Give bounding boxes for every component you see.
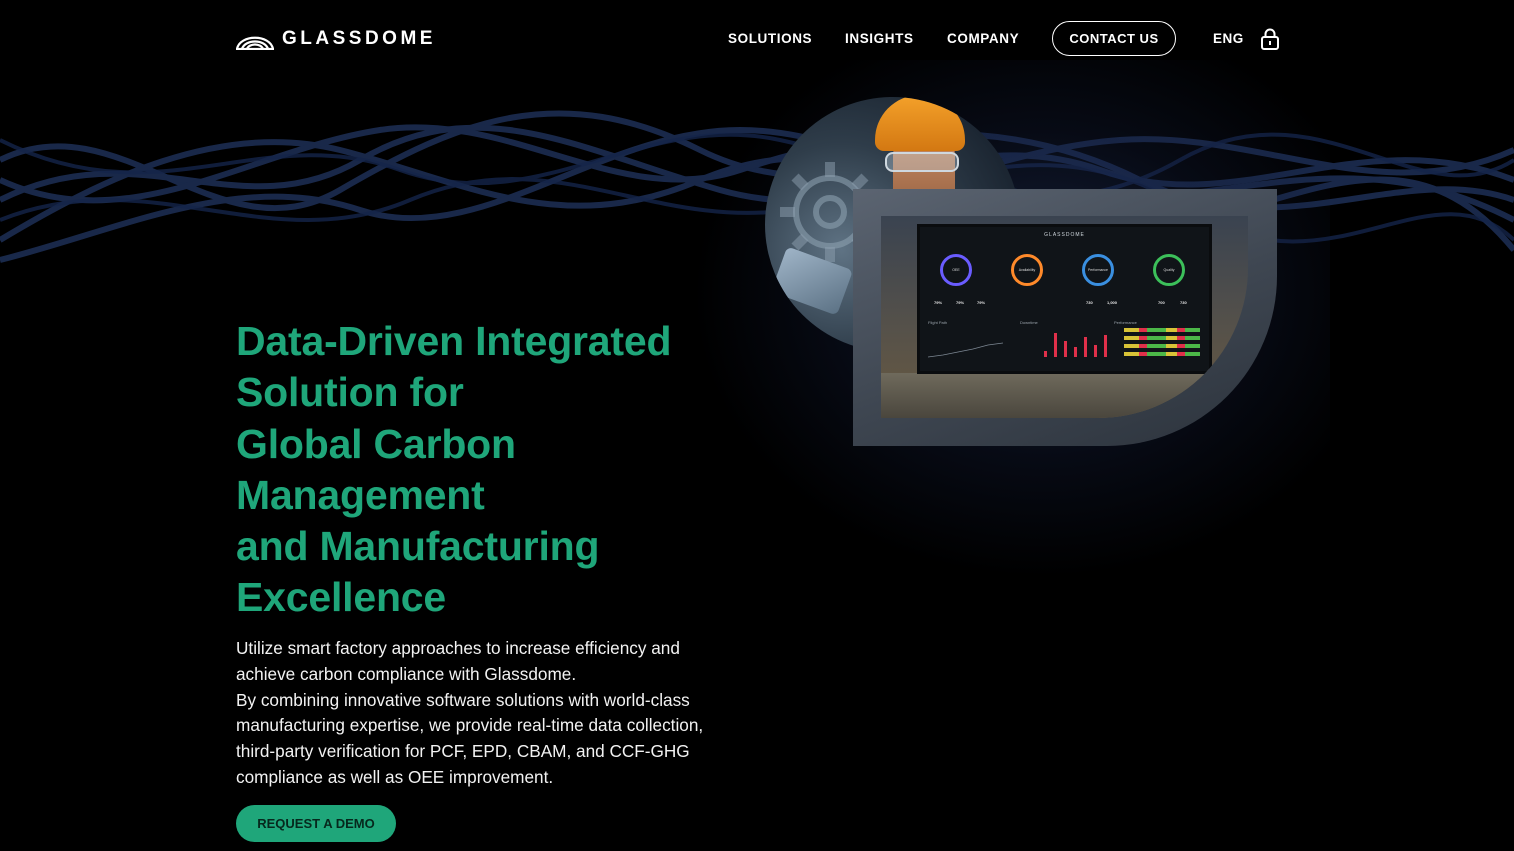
- nav-solutions[interactable]: SOLUTIONS: [728, 31, 812, 46]
- downtime-bar: [1104, 335, 1107, 357]
- lock-icon[interactable]: [1260, 28, 1280, 50]
- performance-heatmap-row: [1124, 352, 1200, 356]
- gauge-performance: Performance: [1082, 254, 1114, 286]
- gauge-availability: Availability: [1011, 254, 1043, 286]
- dome-arc-icon: [236, 36, 274, 50]
- request-demo-label: REQUEST A DEMO: [257, 816, 375, 831]
- downtime-bar: [1064, 341, 1067, 357]
- gauge-oee: OEE: [940, 254, 972, 286]
- language-selector[interactable]: ENG: [1213, 31, 1244, 46]
- performance-heatmap-row: [1124, 328, 1200, 332]
- contact-us-label: CONTACT US: [1069, 31, 1159, 46]
- gauge-value: 700: [1158, 300, 1165, 305]
- downtime-bar: [1044, 351, 1047, 357]
- downtime-bar: [1054, 333, 1057, 357]
- brand-name: GLASSDOME: [282, 28, 436, 49]
- flight-path-line: [928, 342, 1004, 358]
- hero-title-line: Global Carbon: [236, 420, 516, 467]
- hero-description-line: compliance as well as OEE improvement.: [236, 766, 554, 787]
- safety-glasses: [885, 152, 959, 172]
- hero-description-line: manufacturing expertise, we provide real…: [236, 715, 704, 736]
- hero-description-line: achieve carbon compliance with Glassdome…: [236, 663, 577, 684]
- brand-logo[interactable]: GLASSDOME: [236, 28, 436, 50]
- contact-us-button[interactable]: CONTACT US: [1052, 21, 1176, 56]
- hero-title: Data-Driven Integrated Solution for Glob…: [236, 316, 672, 624]
- gauge-value: 79%: [956, 300, 965, 305]
- hero-description-line: Utilize smart factory approaches to incr…: [236, 638, 680, 658]
- gauge-value: 79%: [977, 300, 986, 305]
- nav-insights[interactable]: INSIGHTS: [845, 31, 914, 46]
- nav-company[interactable]: COMPANY: [947, 31, 1019, 46]
- hero-title-line: Management: [236, 471, 485, 518]
- gauge-quality: Quality: [1153, 254, 1185, 286]
- gauge-value: 730: [1180, 300, 1187, 305]
- section-label: Flight Path: [928, 320, 948, 325]
- hero-title-line: and Manufacturing: [236, 523, 600, 570]
- gauge-value: 1,000: [1107, 300, 1118, 305]
- hero-title-line: Solution for: [236, 369, 464, 416]
- performance-heatmap-row: [1124, 344, 1200, 348]
- section-label: Downtime: [1020, 320, 1038, 325]
- gauge-value: 730: [1086, 300, 1093, 305]
- section-label: Performance: [1114, 320, 1137, 325]
- hero-title-line: Data-Driven Integrated: [236, 318, 672, 364]
- factory-dashboard-photo: GLASSDOME OEE Availability Performance Q…: [881, 216, 1248, 418]
- downtime-bar: [1074, 347, 1077, 357]
- downtime-bar: [1084, 337, 1087, 357]
- downtime-bar: [1094, 345, 1097, 357]
- hero-description-line: third-party verification for PCF, EPD, C…: [236, 741, 690, 762]
- dashboard-monitor: GLASSDOME OEE Availability Performance Q…: [917, 224, 1212, 374]
- dashboard-brand: GLASSDOME: [1044, 232, 1085, 238]
- factory-floor: [881, 373, 1248, 418]
- hero-description-line: By combining innovative software solutio…: [236, 689, 690, 710]
- performance-heatmap-row: [1124, 336, 1200, 340]
- gauge-value: 79%: [934, 300, 943, 305]
- hero-title-line: Excellence: [236, 574, 446, 621]
- hero-description: Utilize smart factory approaches to incr…: [236, 636, 746, 791]
- request-demo-button[interactable]: REQUEST A DEMO: [236, 805, 396, 842]
